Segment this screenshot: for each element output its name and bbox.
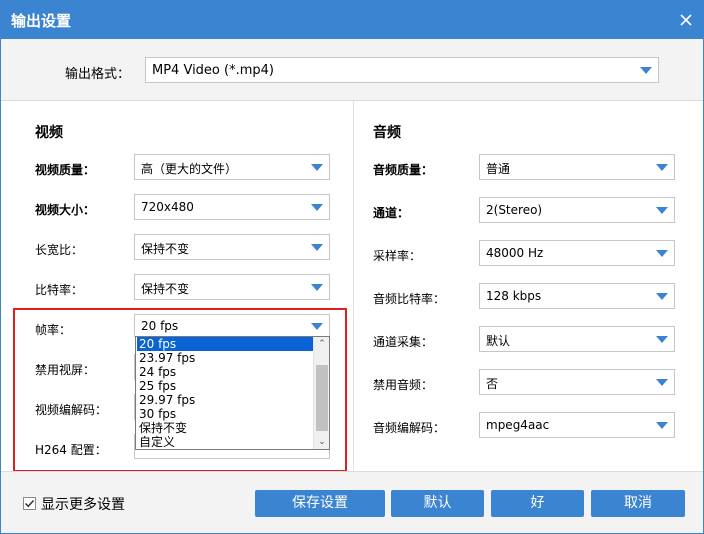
chevron-down-icon [656,293,668,300]
sample-rate-label: 采样率： [373,249,422,263]
close-icon[interactable] [673,7,699,33]
video-size-select[interactable]: 720x480 [134,194,330,220]
chevron-down-icon [640,67,652,74]
chevron-down-icon [656,250,668,257]
more-settings-label[interactable]: 显示更多设置 [41,494,125,514]
audio-bitrate-label: 音频比特率： [373,292,446,306]
channel-label: 通道： [373,206,410,220]
disable-audio-label: 禁用音频： [373,378,434,392]
video-size-value: 720x480 [141,200,194,214]
format-label: 输出格式： [65,67,131,82]
save-settings-button[interactable]: 保存设置 [255,490,385,517]
audio-codec-value: mpeg4aac [486,418,550,432]
chevron-down-icon [311,284,323,291]
chevron-down-icon [656,336,668,343]
video-quality-label: 视频质量： [35,163,96,177]
video-section-title: 视频 [35,125,63,141]
dialog-title: 输出设置 [11,12,72,30]
audio-bitrate-value: 128 kbps [486,289,542,303]
sample-rate-value: 48000 Hz [486,246,544,260]
channel-capture-label: 通道采集： [373,335,434,349]
default-button[interactable]: 默认 [391,490,484,517]
cancel-button[interactable]: 取消 [591,490,685,517]
channel-value: 2(Stereo) [486,203,543,217]
audio-codec-select[interactable]: mpeg4aac [479,412,675,438]
chevron-down-icon [311,204,323,211]
audio-quality-select[interactable]: 普通 [479,154,675,180]
video-quality-value: 高（更大的文件） [141,162,238,176]
highlight-box [13,308,347,472]
audio-bitrate-select[interactable]: 128 kbps [479,283,675,309]
video-quality-select[interactable]: 高（更大的文件） [134,154,330,180]
channel-select[interactable]: 2(Stereo) [479,197,675,223]
column-divider [353,101,354,471]
chevron-down-icon [656,207,668,214]
output-settings-dialog: 输出设置 输出格式： MP4 Video (*.mp4) 视频 视频质量： 高（… [0,0,704,534]
format-row: 输出格式： MP4 Video (*.mp4) [1,39,703,101]
audio-codec-label: 音频编解码： [373,421,446,435]
video-bitrate-value: 保持不变 [141,282,190,296]
more-settings-checkbox[interactable] [23,497,36,510]
sample-rate-select[interactable]: 48000 Hz [479,240,675,266]
video-bitrate-label: 比特率： [35,283,84,297]
disable-audio-value: 否 [486,377,499,391]
chevron-down-icon [656,164,668,171]
chevron-down-icon [311,244,323,251]
dialog-footer: 显示更多设置 保存设置 默认 好 取消 [1,471,703,533]
channel-capture-value: 默认 [486,334,511,348]
chevron-down-icon [656,379,668,386]
video-bitrate-select[interactable]: 保持不变 [134,274,330,300]
chevron-down-icon [311,164,323,171]
channel-capture-select[interactable]: 默认 [479,326,675,352]
ok-button[interactable]: 好 [491,490,584,517]
format-value: MP4 Video (*.mp4) [152,63,274,78]
audio-quality-value: 普通 [486,162,511,176]
title-bar: 输出设置 [1,1,703,39]
aspect-ratio-select[interactable]: 保持不变 [134,234,330,260]
audio-section-title: 音频 [373,125,401,141]
audio-quality-label: 音频质量： [373,163,434,177]
disable-audio-select[interactable]: 否 [479,369,675,395]
format-select[interactable]: MP4 Video (*.mp4) [145,57,659,83]
chevron-down-icon [656,422,668,429]
video-size-label: 视频大小： [35,203,96,217]
aspect-ratio-label: 长宽比： [35,243,84,257]
aspect-ratio-value: 保持不变 [141,242,190,256]
